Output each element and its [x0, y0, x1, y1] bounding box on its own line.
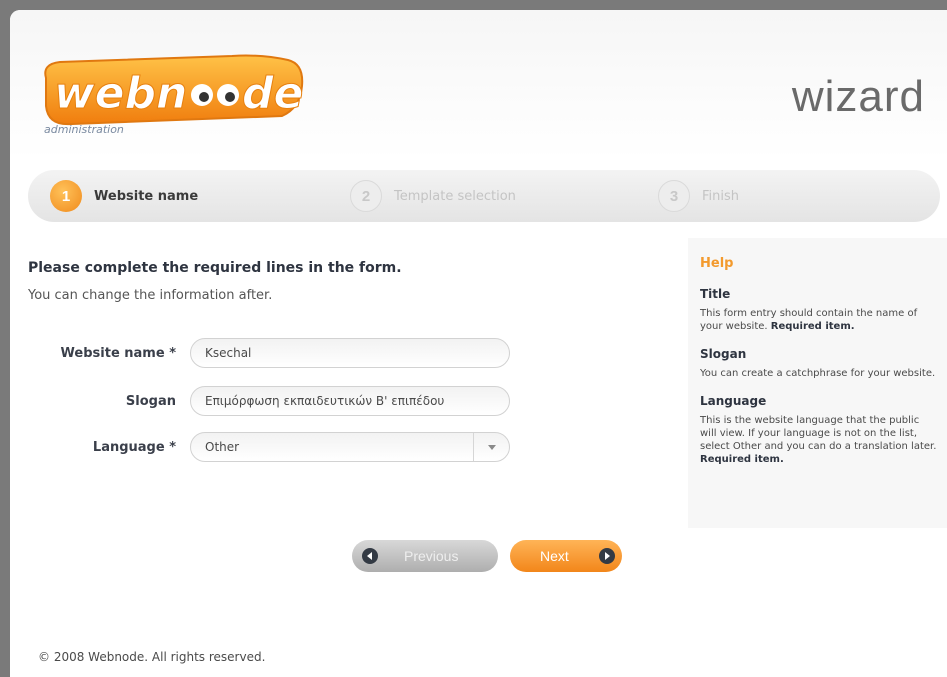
step-template-selection: 2 Template selection [350, 180, 516, 212]
help-heading-slogan: Slogan [700, 347, 747, 361]
slogan-label: Slogan [125, 394, 176, 409]
help-required: Required item. [770, 321, 855, 332]
step-finish: 3 Finish [658, 180, 739, 212]
header: webn de administration wizard [10, 10, 947, 160]
chevron-left-circle-icon [362, 548, 378, 564]
language-label: Language * [92, 440, 176, 455]
chevron-down-icon[interactable] [473, 433, 509, 461]
help-text-language: This is the website language that the pu… [700, 414, 937, 466]
help-heading-title: Title [700, 287, 731, 301]
help-text-title: This form entry should contain the name … [700, 307, 937, 333]
help-required: Required item. [700, 454, 784, 465]
chevron-right-circle-icon [598, 548, 615, 564]
help-body: This is the website language that the pu… [700, 415, 937, 452]
help-body: You can create a catchphrase for your we… [700, 368, 936, 379]
step-number: 1 [50, 180, 82, 212]
step-website-name: 1 Website name [50, 180, 198, 212]
wizard-page: webn de administration wizard 1 Website … [10, 10, 947, 677]
step-number: 2 [350, 180, 382, 212]
help-title: Help [700, 256, 734, 271]
website-name-label: Website name * [60, 346, 176, 361]
website-name-input[interactable]: Ksechal [190, 338, 510, 368]
form-title: Please complete the required lines in th… [28, 260, 402, 276]
previous-button[interactable]: Previous [352, 540, 498, 572]
steps-bar: 1 Website name 2 Template selection 3 Fi… [28, 170, 940, 222]
slogan-input[interactable]: Επιμόρφωση εκπαιδευτικών Β' επιπέδου [190, 386, 510, 416]
language-select[interactable]: Other [190, 432, 510, 462]
next-button[interactable]: Next [510, 540, 622, 572]
step-label: Finish [702, 188, 740, 204]
svg-text:de: de [242, 68, 303, 119]
help-heading-language: Language [700, 394, 767, 408]
next-button-label: Next [540, 548, 569, 564]
previous-button-label: Previous [404, 548, 459, 564]
help-text-slogan: You can create a catchphrase for your we… [700, 367, 937, 380]
wizard-title: wizard [791, 72, 925, 121]
svg-text:webn: webn [54, 68, 187, 119]
logo-subtitle: administration [44, 123, 124, 136]
form-subtitle: You can change the information after. [28, 288, 273, 303]
language-selected-value: Other [205, 440, 240, 454]
help-panel: Help Title This form entry should contai… [688, 238, 947, 528]
step-label: Website name [94, 188, 199, 204]
footer-copyright: © 2008 Webnode. All rights reserved. [38, 650, 266, 664]
step-label: Template selection [394, 188, 516, 204]
step-number: 3 [658, 180, 690, 212]
